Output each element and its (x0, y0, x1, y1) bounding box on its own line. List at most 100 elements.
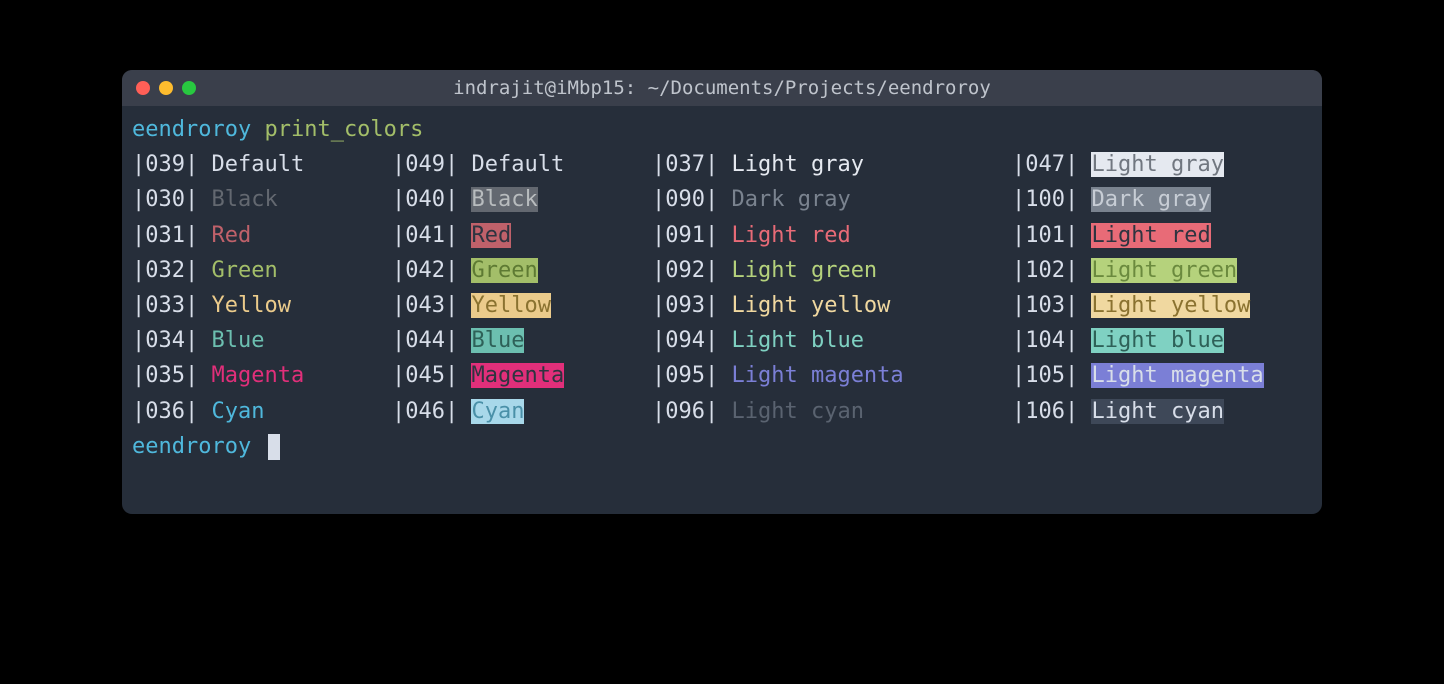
color-label: Light gray (1091, 152, 1223, 177)
window-title: indrajit@iMbp15: ~/Documents/Projects/ee… (122, 77, 1322, 99)
color-cell: |095| Light magenta (652, 358, 1012, 393)
color-label: Light blue (731, 328, 916, 353)
minimize-icon[interactable] (159, 81, 173, 95)
prompt-line-2: eendroroy (132, 429, 1312, 464)
color-code: |032| (132, 258, 211, 283)
color-label: Yellow (471, 293, 550, 318)
color-code: |044| (392, 328, 471, 353)
table-row: |030| Black |040| Black|090| Dark gray |… (132, 182, 1312, 217)
color-cell: |104| Light blue (1012, 323, 1224, 358)
color-code: |096| (652, 399, 731, 424)
table-row: |034| Blue |044| Blue|094| Light blue |1… (132, 323, 1312, 358)
color-label: Cyan (211, 399, 317, 424)
color-code: |039| (132, 152, 211, 177)
color-cell: |092| Light green (652, 253, 1012, 288)
color-label: Blue (211, 328, 317, 353)
color-code: |031| (132, 223, 211, 248)
maximize-icon[interactable] (182, 81, 196, 95)
titlebar: indrajit@iMbp15: ~/Documents/Projects/ee… (122, 70, 1322, 106)
color-cell: |106| Light cyan (1012, 394, 1224, 429)
command-text: print_colors (264, 117, 423, 142)
color-label: Black (471, 187, 537, 212)
color-label: Green (211, 258, 317, 283)
color-label: Light green (1091, 258, 1237, 283)
color-label: Magenta (471, 363, 564, 388)
color-cell: |041| Red (392, 218, 652, 253)
color-code: |036| (132, 399, 211, 424)
color-label: Light cyan (1091, 399, 1223, 424)
table-row: |036| Cyan |046| Cyan|096| Light cyan |1… (132, 394, 1312, 429)
color-label: Light yellow (1091, 293, 1250, 318)
color-cell: |105| Light magenta (1012, 358, 1264, 393)
color-label: Dark gray (1091, 187, 1210, 212)
table-row: |032| Green |042| Green |092| Light green… (132, 253, 1312, 288)
color-code: |095| (652, 363, 731, 388)
color-label: Red (471, 223, 511, 248)
color-cell: |047| Light gray (1012, 147, 1224, 182)
color-code: |106| (1012, 399, 1091, 424)
color-cell: |039| Default (132, 147, 392, 182)
color-code: |033| (132, 293, 211, 318)
color-label: Green (471, 258, 537, 283)
color-label: Light red (731, 223, 916, 248)
color-code: |042| (392, 258, 471, 283)
table-row: |039| Default |049| Default |037| Light … (132, 147, 1312, 182)
color-label: Light gray (731, 152, 916, 177)
color-cell: |100| Dark gray (1012, 182, 1211, 217)
prompt-user: eendroroy (132, 117, 251, 142)
color-code: |037| (652, 152, 731, 177)
color-cell: |096| Light cyan (652, 394, 1012, 429)
prompt-line: eendroroy print_colors (132, 112, 1312, 147)
color-code: |093| (652, 293, 731, 318)
color-cell: |037| Light gray (652, 147, 1012, 182)
color-code: |045| (392, 363, 471, 388)
close-icon[interactable] (136, 81, 150, 95)
table-row: |031| Red |041| Red|091| Light red |101|… (132, 218, 1312, 253)
table-row: |035| Magenta |045| Magenta|095| Light m… (132, 358, 1312, 393)
color-code: |090| (652, 187, 731, 212)
color-code: |043| (392, 293, 471, 318)
window-controls (136, 81, 196, 95)
color-code: |100| (1012, 187, 1091, 212)
color-cell: |033| Yellow (132, 288, 392, 323)
color-code: |049| (392, 152, 471, 177)
color-code: |041| (392, 223, 471, 248)
color-cell: |046| Cyan (392, 394, 652, 429)
color-cell: |103| Light yellow (1012, 288, 1250, 323)
color-code: |035| (132, 363, 211, 388)
color-cell: |032| Green (132, 253, 392, 288)
table-row: |033| Yellow |043| Yellow|093| Light yel… (132, 288, 1312, 323)
terminal-content[interactable]: eendroroy print_colors |039| Default |04… (122, 106, 1322, 514)
color-label: Light magenta (1091, 363, 1263, 388)
color-cell: |044| Blue (392, 323, 652, 358)
color-label: Light magenta (731, 363, 916, 388)
color-code: |105| (1012, 363, 1091, 388)
color-cell: |091| Light red (652, 218, 1012, 253)
color-label: Dark gray (731, 187, 916, 212)
color-label: Red (211, 223, 317, 248)
color-label: Default (471, 152, 577, 177)
color-code: |034| (132, 328, 211, 353)
color-cell: |090| Dark gray (652, 182, 1012, 217)
color-label: Default (211, 152, 317, 177)
color-code: |101| (1012, 223, 1091, 248)
color-label: Blue (471, 328, 524, 353)
color-label: Light blue (1091, 328, 1223, 353)
color-cell: |045| Magenta (392, 358, 652, 393)
color-cell: |043| Yellow (392, 288, 652, 323)
color-code: |094| (652, 328, 731, 353)
color-cell: |035| Magenta (132, 358, 392, 393)
color-cell: |030| Black (132, 182, 392, 217)
color-label: Light cyan (731, 399, 916, 424)
color-cell: |031| Red (132, 218, 392, 253)
color-label: Light green (731, 258, 916, 283)
color-cell: |040| Black (392, 182, 652, 217)
color-cell: |036| Cyan (132, 394, 392, 429)
color-table: |039| Default |049| Default |037| Light … (132, 147, 1312, 429)
terminal-window: indrajit@iMbp15: ~/Documents/Projects/ee… (122, 70, 1322, 514)
color-code: |103| (1012, 293, 1091, 318)
color-cell: |102| Light green (1012, 253, 1237, 288)
color-label: Magenta (211, 363, 317, 388)
color-label: Cyan (471, 399, 524, 424)
color-cell: |093| Light yellow (652, 288, 1012, 323)
